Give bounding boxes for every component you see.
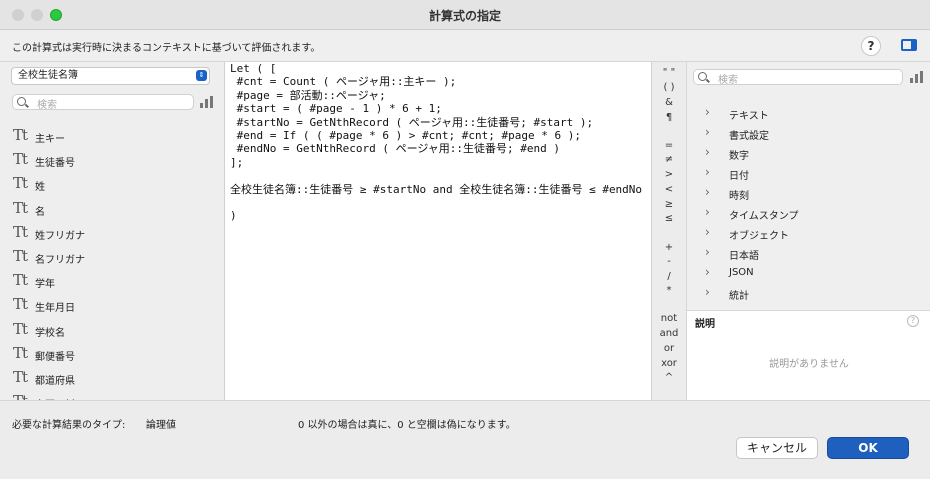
result-type-note: 0 以外の場合は真に、0 と空欄は偽になります。 — [298, 420, 516, 431]
chevron-right-icon: › — [705, 205, 710, 219]
field-item-label: 主キー — [35, 134, 65, 145]
field-search-input[interactable]: 検索 — [12, 94, 194, 111]
select-arrows-icon: ⇕ — [196, 70, 207, 81]
function-category-label: 書式設定 — [729, 131, 769, 142]
function-category-label: 日本語 — [729, 251, 759, 262]
formula-text[interactable]: Let ( [ #cnt = Count ( ページャ用::主キー ); #pa… — [230, 62, 642, 223]
window-title: 計算式の指定 — [428, 9, 501, 23]
operator-list: " " ( ) & ¶ = ≠ > < ≥ ≤ + - / * not and or xor ^ — [652, 62, 686, 400]
function-category-label: タイムスタンプ — [729, 211, 799, 222]
chevron-right-icon: › — [705, 265, 710, 279]
sort-options-icon[interactable] — [200, 96, 214, 108]
chevron-right-icon: › — [705, 225, 710, 239]
operator-item[interactable]: or — [652, 343, 686, 354]
context-info-bar: この計算式は実行時に決まるコンテキストに基づいて評価されます。 — [0, 30, 930, 62]
text-field-icon: Tt — [13, 319, 28, 338]
chevron-right-icon: › — [705, 145, 710, 159]
chevron-right-icon: › — [705, 165, 710, 179]
operator-item[interactable]: / — [652, 271, 686, 282]
operator-item[interactable]: and — [652, 328, 686, 339]
operator-item[interactable]: ≠ — [652, 154, 686, 165]
function-search-input[interactable]: 検索 — [693, 69, 903, 86]
help-button[interactable]: ? — [861, 36, 881, 56]
text-field-icon: Tt — [13, 174, 28, 193]
function-category-label: 時刻 — [729, 191, 749, 202]
operator-item[interactable]: " " — [652, 67, 686, 78]
operator-item[interactable]: * — [652, 285, 686, 296]
search-icon — [698, 72, 707, 81]
text-field-icon: Tt — [13, 222, 28, 241]
field-item-label: 生年月日 — [35, 303, 75, 315]
fields-panel: 全校生徒名簿 ⇕ 検索 Tt 主キー Tt 生徒番号 Tt 姓 Tt 名 Tt 姓フリガナ Tt 名フ… — [0, 62, 224, 400]
function-category-label: オブジェクト — [729, 231, 789, 242]
function-category-label: JSON — [729, 267, 754, 278]
chevron-right-icon: › — [705, 125, 710, 139]
formula-editor[interactable]: Let ( [ #cnt = Count ( ページャ用::主キー ); #pa… — [224, 62, 652, 400]
text-field-icon: Tt — [13, 150, 28, 169]
text-field-icon: Tt — [13, 247, 28, 265]
operator-item[interactable]: < — [652, 184, 686, 195]
functions-panel: 検索 › テキスト › 書式設定 › 数字 › 日付 › 時刻 › タイムスタンプ › オブジェクト › 日本… — [686, 62, 930, 401]
function-search-placeholder: 検索 — [718, 75, 738, 86]
description-help-icon[interactable]: ? — [907, 315, 919, 327]
text-field-icon: Tt — [13, 295, 28, 314]
operator-item[interactable]: ≤ — [652, 213, 686, 224]
chevron-right-icon: › — [705, 285, 710, 299]
search-icon — [17, 97, 26, 106]
function-category-label: 統計 — [729, 291, 749, 302]
operator-item[interactable]: ≥ — [652, 199, 686, 210]
table-select-value: 全校生徒名簿 — [18, 70, 78, 81]
text-field-icon: Tt — [13, 392, 28, 400]
operator-item[interactable]: & — [652, 97, 686, 108]
operator-item[interactable]: = — [652, 140, 686, 151]
chevron-right-icon: › — [705, 245, 710, 259]
ok-button[interactable]: OK — [827, 437, 909, 459]
field-item-label: 姓フリガナ — [35, 230, 85, 242]
operator-item[interactable]: not — [652, 313, 686, 324]
operator-item[interactable]: ( ) — [652, 82, 686, 93]
context-info-text: この計算式は実行時に決まるコンテキストに基づいて評価されます。 — [12, 43, 321, 54]
text-field-icon: Tt — [13, 368, 28, 386]
field-item-label: 生徒番号 — [35, 158, 75, 170]
calculation-dialog: 計算式の指定 この計算式は実行時に決まるコンテキストに基づいて評価されます。 ?… — [0, 0, 930, 479]
operator-item[interactable]: + — [652, 242, 686, 253]
sidebar-toggle-icon[interactable] — [901, 39, 917, 51]
title-bar: 計算式の指定 — [0, 0, 930, 30]
field-item-label: 郵便番号 — [35, 351, 75, 363]
field-item-label: 名フリガナ — [35, 255, 85, 266]
text-field-icon: Tt — [13, 343, 28, 362]
field-item-label: 学校名 — [35, 327, 65, 339]
field-item-label: 学年 — [35, 279, 55, 291]
operator-item[interactable]: > — [652, 169, 686, 180]
chevron-right-icon: › — [705, 105, 710, 119]
description-empty-text: 説明がありません — [769, 359, 849, 370]
field-item-label: 都道府県 — [35, 376, 75, 387]
chevron-right-icon: › — [705, 185, 710, 199]
description-header: 説明 — [695, 319, 715, 330]
function-category-label: テキスト — [729, 111, 769, 122]
table-select[interactable]: 全校生徒名簿 ⇕ — [11, 67, 210, 85]
text-field-icon: Tt — [13, 271, 28, 290]
operator-item[interactable]: xor — [652, 358, 686, 369]
operator-item[interactable]: ^ — [652, 372, 686, 383]
operator-item[interactable]: - — [652, 256, 686, 267]
cancel-button[interactable]: キャンセル — [736, 437, 818, 459]
dialog-footer: 必要な計算結果のタイプ: 論理値 0 以外の場合は真に、0 と空欄は偽になります… — [0, 400, 930, 479]
function-category-label: 数字 — [729, 151, 749, 162]
function-category-label: 日付 — [729, 171, 749, 182]
field-search-placeholder: 検索 — [37, 100, 57, 111]
field-item-label: 名 — [35, 206, 45, 218]
field-item-label: 姓 — [35, 182, 45, 194]
result-type-value: 論理値 — [146, 420, 176, 431]
description-panel: 説明 ? 説明がありません — [687, 310, 930, 401]
operator-item[interactable]: ¶ — [652, 112, 686, 123]
result-type-label: 必要な計算結果のタイプ: — [12, 420, 126, 431]
text-field-icon: Tt — [13, 126, 28, 144]
function-view-options-icon[interactable] — [910, 71, 924, 83]
text-field-icon: Tt — [13, 198, 28, 217]
